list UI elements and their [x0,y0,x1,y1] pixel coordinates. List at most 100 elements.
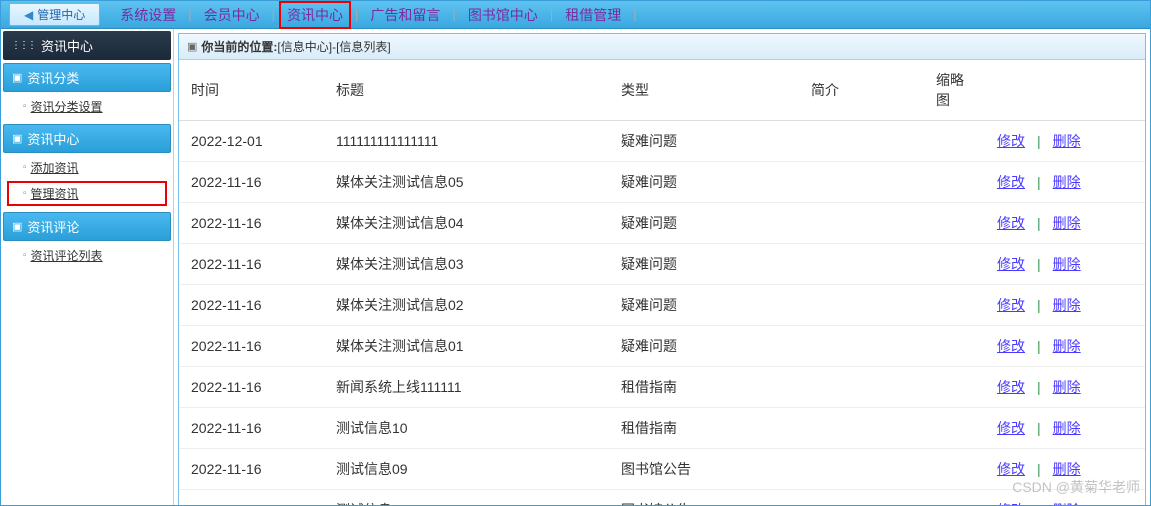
separator: | [1037,338,1041,354]
delete-link[interactable]: 删除 [1053,502,1081,505]
breadcrumb-path: [信息中心]-[信息列表] [277,38,390,55]
column-header: 缩略图 [924,60,985,121]
cell-intro [799,244,924,285]
separator: | [184,7,195,22]
table-row: 2022-11-16新闻系统上线111111租借指南修改|删除 [179,367,1145,408]
topnav-item-1[interactable]: 会员中心 [196,1,268,29]
edit-link[interactable]: 修改 [997,215,1025,231]
separator: | [546,7,557,22]
sidebar-item-link[interactable]: 管理资讯 [31,185,79,202]
cell-actions: 修改 | 删除 [985,162,1145,203]
column-header [985,60,1145,121]
topnav-item-2[interactable]: 资讯中心 [279,1,351,29]
cell-actions: 修改|删除 [985,408,1145,449]
separator: | [1037,297,1041,313]
sidebar: ⋮⋮⋮ 资讯中心 ▣资讯分类 ▫ 资讯分类设置 ▣资讯中心▫添加资讯 ▫ 管理资讯 ▣资讯评… [1,29,174,505]
column-header: 标题 [324,60,609,121]
cell-thumb [924,162,985,203]
sidebar-item-link[interactable]: 添加资讯 [31,159,79,176]
delete-link[interactable]: 删除 [1053,379,1081,395]
edit-link[interactable]: 修改 [997,133,1025,149]
cell-actions: 修改|删除 [985,449,1145,490]
sidebar-item[interactable]: ▫资讯评论列表 [3,243,171,268]
column-header: 简介 [799,60,924,121]
separator: | [1037,379,1041,395]
breadcrumb-label: 你当前的位置: [201,38,277,55]
edit-link[interactable]: 修改 [997,502,1025,505]
cell-title: 111111111111111 [324,121,609,162]
edit-link[interactable]: 修改 [997,297,1025,313]
cell-thumb [924,326,985,367]
arrow-left-icon: ◀ [24,8,33,22]
separator: | [268,7,279,22]
cell-thumb [924,121,985,162]
column-header: 类型 [609,60,799,121]
cell-thumb [924,449,985,490]
edit-link[interactable]: 修改 [997,461,1025,477]
delete-link[interactable]: 删除 [1053,256,1081,272]
edit-link[interactable]: 修改 [997,256,1025,272]
cell-thumb [924,244,985,285]
delete-link[interactable]: 删除 [1053,420,1081,436]
cell-time: 2022-11-16 [179,408,324,449]
item-icon: ▫ [23,101,27,112]
sidebar-item[interactable]: ▫添加资讯 [3,155,171,180]
column-header: 时间 [179,60,324,121]
delete-link[interactable]: 删除 [1053,215,1081,231]
sidebar-section-header[interactable]: ▣资讯评论 [3,212,171,241]
cell-type: 疑难问题 [609,326,799,367]
edit-link[interactable]: 修改 [997,379,1025,395]
cell-time: 2022-12-01 [179,121,324,162]
sidebar-section-header[interactable]: ▣资讯分类 [3,63,171,92]
edit-link[interactable]: 修改 [997,174,1025,190]
cell-type: 图书馆公告 [609,449,799,490]
delete-link[interactable]: 删除 [1053,133,1081,149]
cell-type: 疑难问题 [609,203,799,244]
delete-link[interactable]: 删除 [1053,174,1081,190]
cell-time: 2022-11-16 [179,162,324,203]
separator: | [1037,215,1041,231]
sidebar-item[interactable]: ▫ 管理资讯 [7,181,167,206]
top-bar: ◀ 管理中心 系统设置|会员中心|资讯中心|广告和留言|图书馆中心|租借管理| [1,1,1150,29]
cell-title: 媒体关注测试信息03 [324,244,609,285]
sidebar-title: 资讯中心 [41,36,93,55]
cell-title: 测试信息08 [324,490,609,506]
table-row: 2022-11-16媒体关注测试信息04疑难问题修改|删除 [179,203,1145,244]
delete-link[interactable]: 删除 [1053,338,1081,354]
cell-intro [799,449,924,490]
data-table: 时间标题类型简介缩略图 2022-12-01111111111111111疑难问… [179,60,1145,505]
cell-intro [799,326,924,367]
topnav-item-5[interactable]: 租借管理 [557,1,629,29]
topnav-item-3[interactable]: 广告和留言 [362,1,448,29]
sidebar-section-title: 资讯评论 [27,217,79,236]
sidebar-header: ⋮⋮⋮ 资讯中心 [3,31,171,60]
item-icon: ▫ [23,188,27,199]
sidebar-item-link[interactable]: 资讯分类设置 [31,98,103,115]
cell-actions: 修改 | 删除 [985,285,1145,326]
table-row: 2022-12-01111111111111111疑难问题修改|删除 [179,121,1145,162]
cell-time: 2022-11-16 [179,203,324,244]
edit-link[interactable]: 修改 [997,420,1025,436]
cell-type: 疑难问题 [609,244,799,285]
delete-link[interactable]: 删除 [1053,461,1081,477]
delete-link[interactable]: 删除 [1053,297,1081,313]
cell-title: 测试信息09 [324,449,609,490]
sidebar-section-header[interactable]: ▣资讯中心 [3,124,171,153]
admin-center-button[interactable]: ◀ 管理中心 [9,3,100,26]
cell-thumb [924,203,985,244]
table-row: 2022-11-16测试信息09图书馆公告 修改|删除 [179,449,1145,490]
cell-intro [799,408,924,449]
edit-link[interactable]: 修改 [997,338,1025,354]
topnav-item-4[interactable]: 图书馆中心 [460,1,546,29]
separator: | [1037,174,1041,190]
cell-time: 2022-11-16 [179,449,324,490]
table-row: 2022-11-16媒体关注测试信息02疑难问题修改|删除 [179,285,1145,326]
cell-actions: 修改|删除 [985,121,1145,162]
sidebar-item-link[interactable]: 资讯评论列表 [31,247,103,264]
sidebar-item[interactable]: ▫ 资讯分类设置 [3,94,171,119]
cell-time: 2022-11-16 [179,367,324,408]
topnav-item-0[interactable]: 系统设置 [112,1,184,29]
cell-intro [799,367,924,408]
table-row: 2022-11-16媒体关注测试信息05疑难问题修改|删除 [179,162,1145,203]
cell-intro [799,162,924,203]
